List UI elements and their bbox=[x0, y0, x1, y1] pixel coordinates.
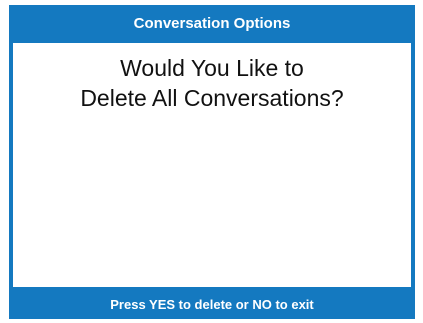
dialog-title: Conversation Options bbox=[133, 14, 291, 32]
dialog-content: Would You Like to Delete All Conversatio… bbox=[13, 43, 411, 287]
delete-question: Would You Like to Delete All Conversatio… bbox=[13, 53, 411, 113]
question-line-2: Delete All Conversations? bbox=[80, 85, 344, 111]
question-line-1: Would You Like to bbox=[120, 55, 304, 81]
conversation-options-dialog: Conversation Options Would You Like to D… bbox=[9, 5, 415, 319]
dialog-footer-hint: Press YES to delete or NO to exit bbox=[110, 296, 314, 312]
